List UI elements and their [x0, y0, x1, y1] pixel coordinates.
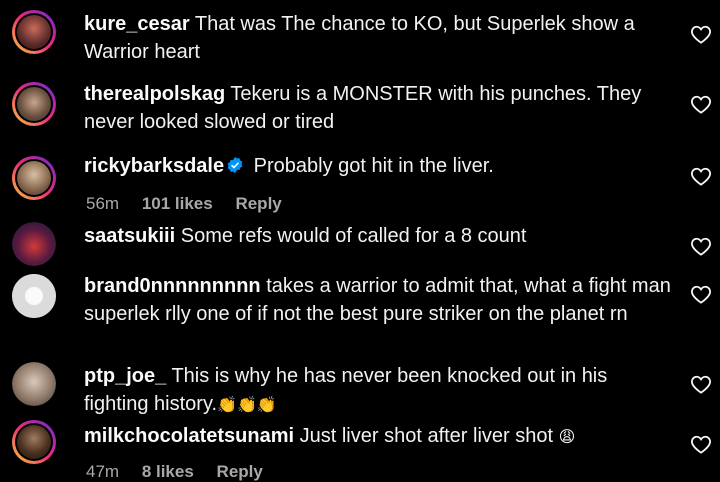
comment-username[interactable]: ptp_joe_: [84, 365, 166, 387]
reply-button[interactable]: Reply: [217, 462, 263, 481]
likes-count[interactable]: 8 likes: [142, 462, 194, 481]
heart-outline-icon[interactable]: [690, 166, 712, 186]
comment-username[interactable]: kure_cesar: [84, 13, 190, 35]
reply-button[interactable]: Reply: [235, 194, 281, 213]
comment-body: Probably got hit in the liver.: [253, 155, 494, 177]
avatar[interactable]: [12, 362, 56, 406]
comment-meta: 56m 101 likes Reply: [86, 194, 300, 214]
heart-outline-icon[interactable]: [690, 284, 712, 304]
comment-username[interactable]: therealpolskag: [84, 83, 225, 105]
verified-badge-icon: [227, 156, 243, 174]
comment-text: kure_cesar That was The chance to KO, bu…: [84, 10, 674, 66]
comment-text: rickybarksdale Probably got hit in the l…: [84, 152, 674, 180]
avatar[interactable]: [12, 274, 56, 318]
likes-count[interactable]: 101 likes: [142, 194, 213, 213]
default-avatar-icon: [12, 274, 56, 318]
avatar[interactable]: [12, 82, 56, 126]
comment-time: 56m: [86, 194, 120, 213]
heart-outline-icon[interactable]: [690, 434, 712, 454]
clap-emoji: 👏👏👏: [217, 397, 277, 414]
comment-text: ptp_joe_ This is why he has never been k…: [84, 362, 674, 420]
heart-outline-icon[interactable]: [690, 24, 712, 44]
comment-text: saatsukiii Some refs would of called for…: [84, 222, 674, 250]
comment-time: 47m: [86, 462, 120, 481]
avatar[interactable]: [12, 420, 56, 464]
comment-text: therealpolskag Tekeru is a MONSTER with …: [84, 80, 674, 136]
comment-username[interactable]: saatsukiii: [84, 225, 175, 247]
comment-text: brand0nnnnnnnnn takes a warrior to admit…: [84, 272, 674, 328]
comment-text: milkchocolatetsunami Just liver shot aft…: [84, 422, 674, 452]
avatar[interactable]: [12, 156, 56, 200]
comment-username[interactable]: brand0nnnnnnnnn: [84, 275, 261, 297]
heart-outline-icon[interactable]: [690, 236, 712, 256]
weary-emoji: 😩: [558, 429, 576, 446]
comment-username[interactable]: rickybarksdale: [84, 155, 224, 177]
heart-outline-icon[interactable]: [690, 94, 712, 114]
heart-outline-icon[interactable]: [690, 374, 712, 394]
comment-username[interactable]: milkchocolatetsunami: [84, 425, 294, 447]
avatar[interactable]: [12, 222, 56, 266]
avatar[interactable]: [12, 10, 56, 54]
comment-body: Some refs would of called for a 8 count: [180, 225, 527, 247]
comment-meta: 47m 8 likes Reply: [86, 462, 281, 482]
comment-body: Just liver shot after liver shot: [299, 425, 554, 447]
